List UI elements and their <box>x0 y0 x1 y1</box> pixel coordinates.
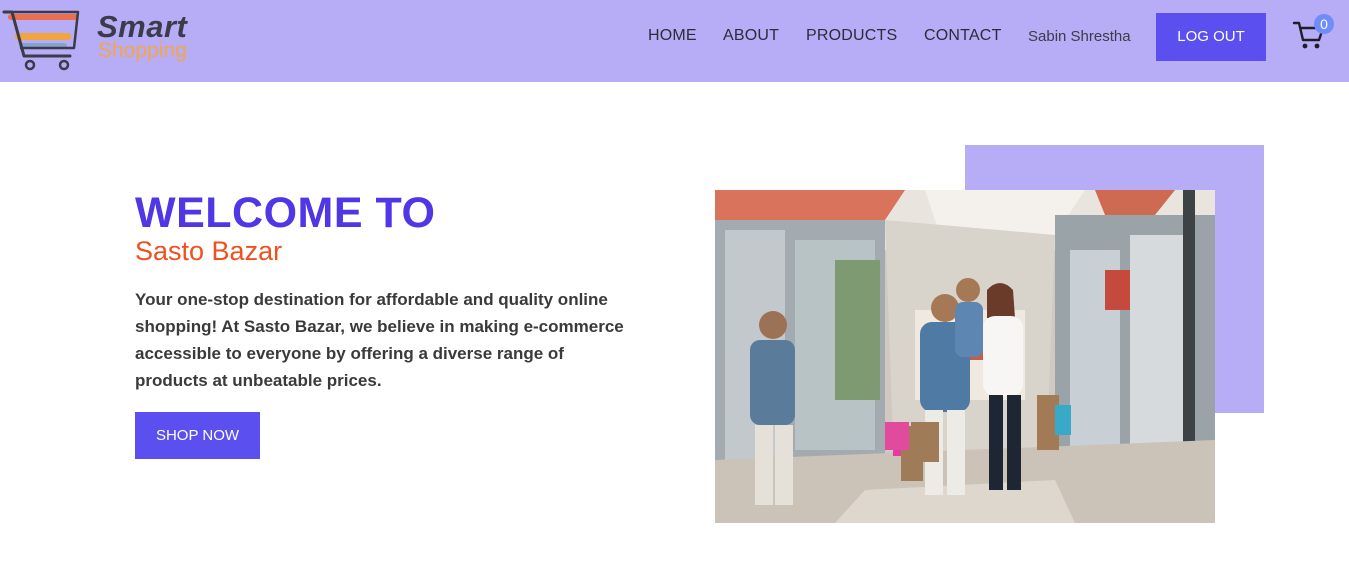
shopping-cart-logo-icon <box>2 10 80 71</box>
nav-home-link[interactable]: HOME <box>648 26 697 46</box>
nav-products-link[interactable]: PRODUCTS <box>806 26 897 46</box>
nav-about-link[interactable]: ABOUT <box>723 26 779 46</box>
brand-name-secondary: Shopping <box>98 39 187 62</box>
user-name: Sabin Shrestha <box>1028 28 1131 45</box>
shop-now-button[interactable]: SHOP NOW <box>135 412 260 459</box>
nav-contact-link[interactable]: CONTACT <box>924 26 1002 46</box>
navbar: Smart Shopping HOME ABOUT PRODUCTS CONTA… <box>0 0 1349 82</box>
hero-title: WELCOME TO <box>135 189 436 237</box>
hero-image <box>715 190 1215 523</box>
cart-button[interactable]: 0 <box>1292 14 1334 54</box>
shopping-mall-photo <box>715 190 1215 523</box>
hero-subtitle: Sasto Bazar <box>135 236 283 266</box>
hero-description: Your one-stop destination for affordable… <box>135 290 624 390</box>
brand-logo[interactable]: Smart Shopping <box>2 6 202 71</box>
logout-button[interactable]: LOG OUT <box>1156 13 1266 61</box>
cart-count-badge: 0 <box>1314 14 1334 34</box>
